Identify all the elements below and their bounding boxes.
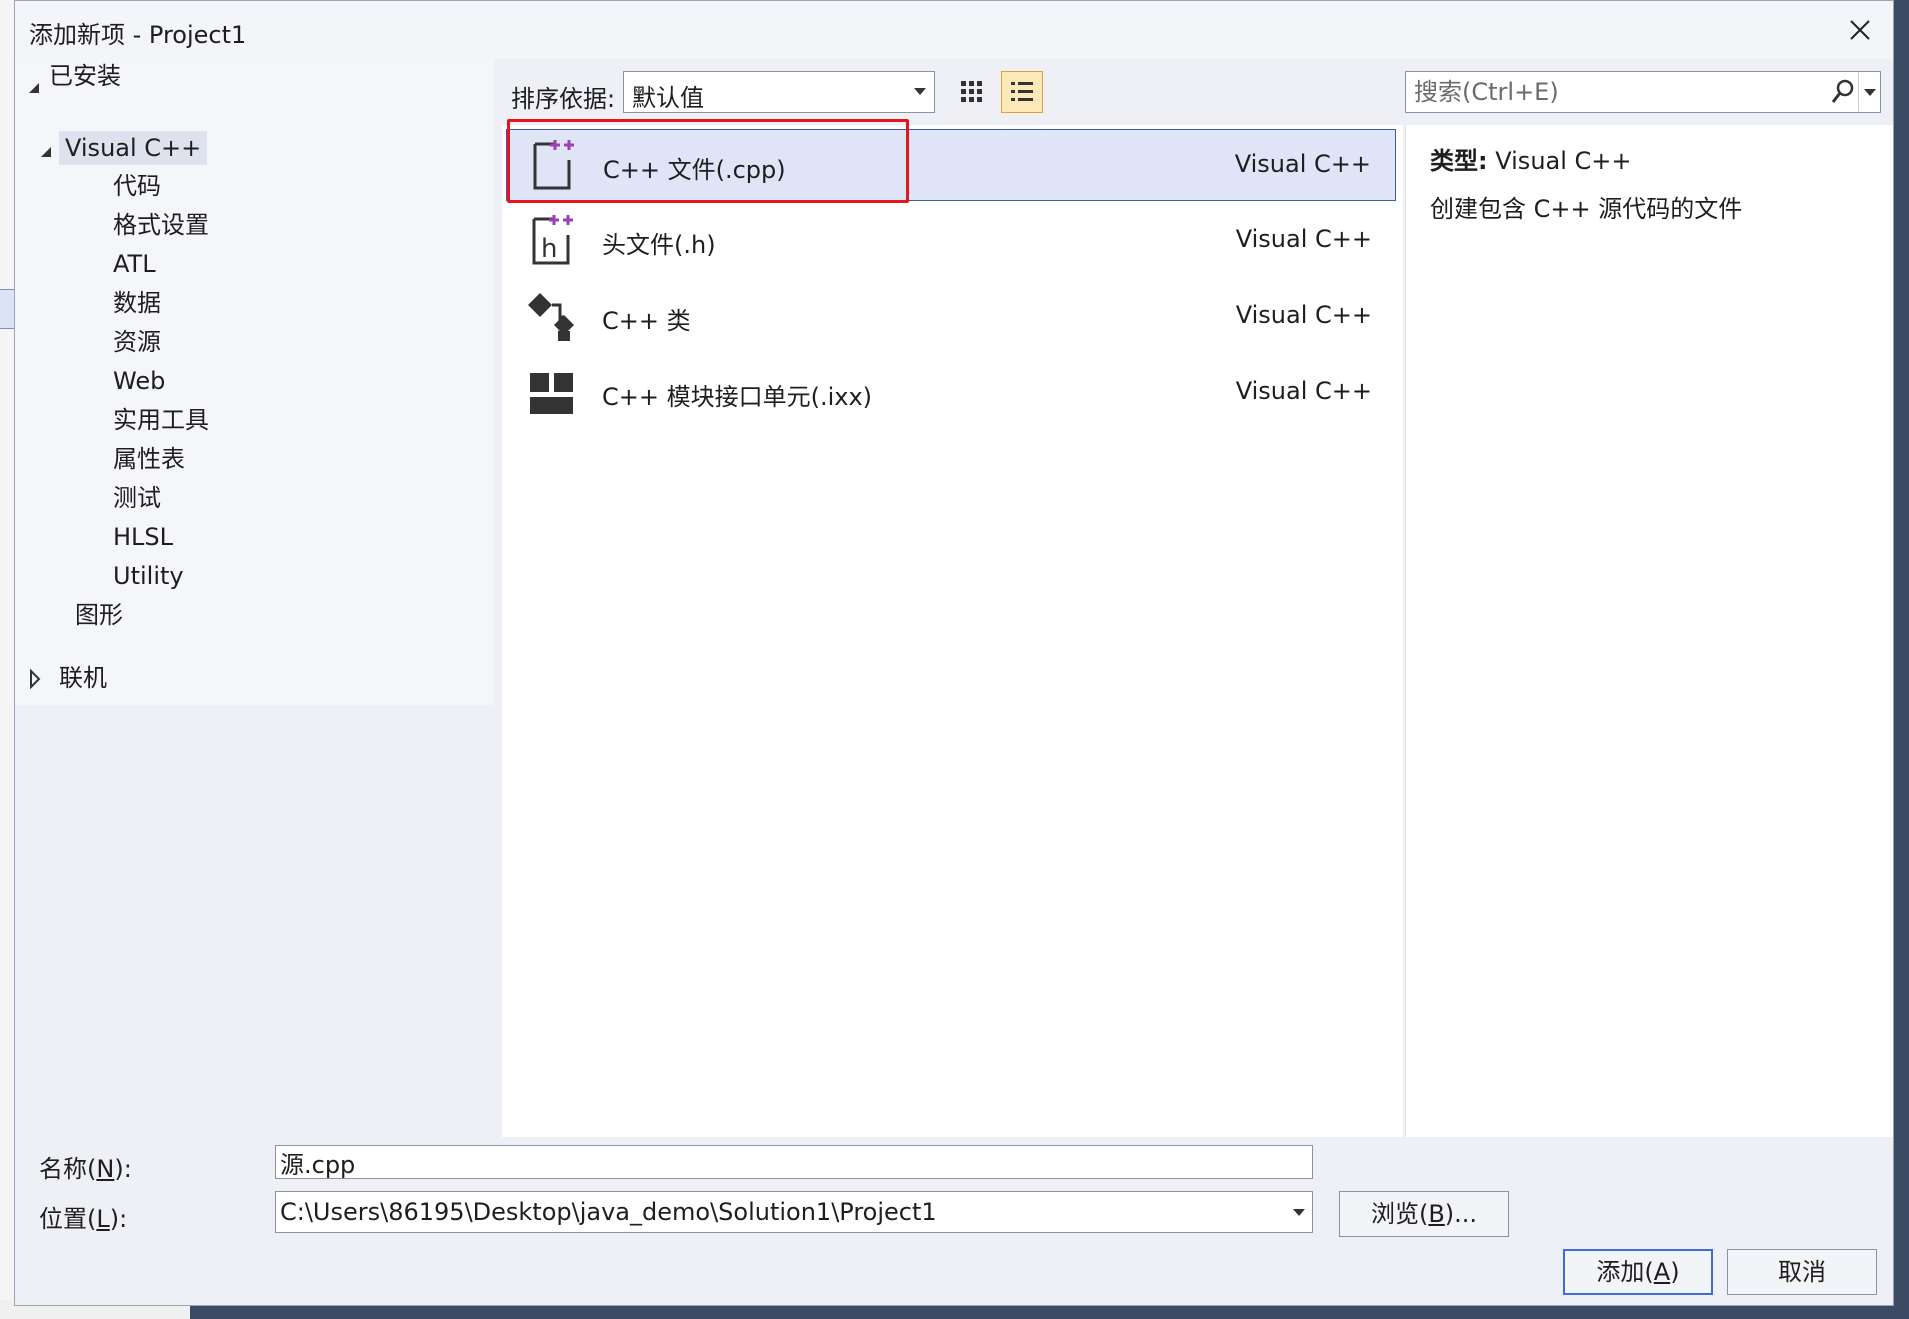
template-name: C++ 类 <box>602 307 691 335</box>
category-tree: 已安装 Visual C++ 代码 格式设置 ATL 数据 资源 Web 实用工… <box>15 59 493 1137</box>
description-panel: 类型: Visual C++ 创建包含 C++ 源代码的文件 <box>1405 125 1893 1137</box>
title-bar: 添加新项 - Project1 <box>15 1 1893 59</box>
location-combobox <box>275 1191 1313 1233</box>
template-name: C++ 模块接口单元(.ixx) <box>602 383 873 411</box>
list-view-button[interactable] <box>1001 71 1043 113</box>
search-box <box>1405 71 1881 113</box>
add-new-item-dialog: 添加新项 - Project1 已安装 Visual C++ 代码 格式设置 A… <box>14 0 1894 1306</box>
type-label: 类型: <box>1430 147 1488 175</box>
add-button[interactable]: 添加(A) <box>1563 1249 1713 1295</box>
tree-node-code[interactable]: 代码 <box>113 169 161 203</box>
description-type: 类型: Visual C++ <box>1430 141 1632 176</box>
tree-node-web[interactable]: Web <box>113 364 165 398</box>
location-label: 位置(L): <box>39 1205 128 1233</box>
name-input[interactable] <box>275 1145 1313 1179</box>
background-selected-item <box>0 289 14 329</box>
tree-node-hlsl[interactable]: HLSL <box>113 520 173 554</box>
close-icon <box>1850 20 1870 40</box>
class-icon <box>528 293 574 341</box>
template-name: C++ 文件(.cpp) <box>603 156 786 184</box>
window-title: 添加新项 - Project1 <box>29 21 247 49</box>
template-list: C++ 文件(.cpp) Visual C++ h 头文件(.h) Visual… <box>502 125 1403 1137</box>
svg-text:h: h <box>541 234 557 264</box>
module-icon <box>530 373 573 414</box>
chevron-down-icon <box>914 88 926 95</box>
tree-node-test[interactable]: 测试 <box>113 481 161 515</box>
template-item-cpp-file[interactable]: C++ 文件(.cpp) Visual C++ <box>506 129 1396 201</box>
template-language: Visual C++ <box>1235 377 1372 405</box>
tree-node-property-sheet[interactable]: 属性表 <box>113 442 185 476</box>
tree-node-utility[interactable]: Utility <box>113 559 184 593</box>
tree-online-label: 联机 <box>59 664 107 692</box>
tree-installed-label: 已安装 <box>49 62 121 90</box>
header-file-icon: h <box>532 215 573 265</box>
search-options-dropdown[interactable] <box>1858 72 1881 112</box>
tree-node-online[interactable]: 联机 <box>15 649 493 709</box>
template-item-module[interactable]: C++ 模块接口单元(.ixx) Visual C++ <box>506 357 1396 429</box>
tree-node-atl[interactable]: ATL <box>113 247 156 281</box>
location-input[interactable] <box>280 1198 1270 1226</box>
tree-node-installed[interactable]: 已安装 <box>15 59 493 115</box>
tree-node-resource[interactable]: 资源 <box>113 325 161 359</box>
small-icons-view-button[interactable] <box>951 71 993 113</box>
description-text: 创建包含 C++ 源代码的文件 <box>1430 195 1743 223</box>
expanded-arrow-icon <box>41 147 51 157</box>
list-view-icon <box>1011 82 1033 101</box>
template-language: Visual C++ <box>1235 225 1372 253</box>
template-language: Visual C++ <box>1235 301 1372 329</box>
type-value: Visual C++ <box>1495 147 1632 175</box>
tree-node-graphics[interactable]: 图形 <box>75 598 123 632</box>
location-dropdown-button[interactable] <box>1286 1192 1312 1232</box>
template-language: Visual C++ <box>1234 150 1371 178</box>
item-form: 名称(N): 位置(L): 浏览(B)... 添加(A) 取消 <box>15 1137 1893 1305</box>
name-label: 名称(N): <box>39 1155 132 1183</box>
template-item-header-file[interactable]: h 头文件(.h) Visual C++ <box>506 205 1396 277</box>
search-icon <box>1831 79 1854 103</box>
tree-node-visual-cpp[interactable]: Visual C++ <box>59 131 208 165</box>
sort-dropdown[interactable]: 默认值 <box>623 71 935 113</box>
template-item-class[interactable]: C++ 类 Visual C++ <box>506 281 1396 353</box>
cpp-file-icon <box>533 140 574 190</box>
tree-node-data[interactable]: 数据 <box>113 286 161 320</box>
cancel-button[interactable]: 取消 <box>1727 1249 1877 1295</box>
tree-node-formatting[interactable]: 格式设置 <box>113 208 209 242</box>
tree-node-utilities[interactable]: 实用工具 <box>113 403 209 437</box>
sort-label: 排序依据: <box>511 85 616 113</box>
search-input[interactable] <box>1414 78 1814 106</box>
expanded-arrow-icon <box>29 83 39 93</box>
sort-value: 默认值 <box>632 84 704 112</box>
collapsed-arrow-icon <box>30 669 41 689</box>
grid-view-icon <box>961 81 982 102</box>
tree-body: Visual C++ 代码 格式设置 ATL 数据 资源 Web 实用工具 属性… <box>15 115 493 705</box>
close-button[interactable] <box>1839 9 1881 51</box>
template-name: 头文件(.h) <box>602 231 716 259</box>
browse-button[interactable]: 浏览(B)... <box>1339 1191 1509 1237</box>
